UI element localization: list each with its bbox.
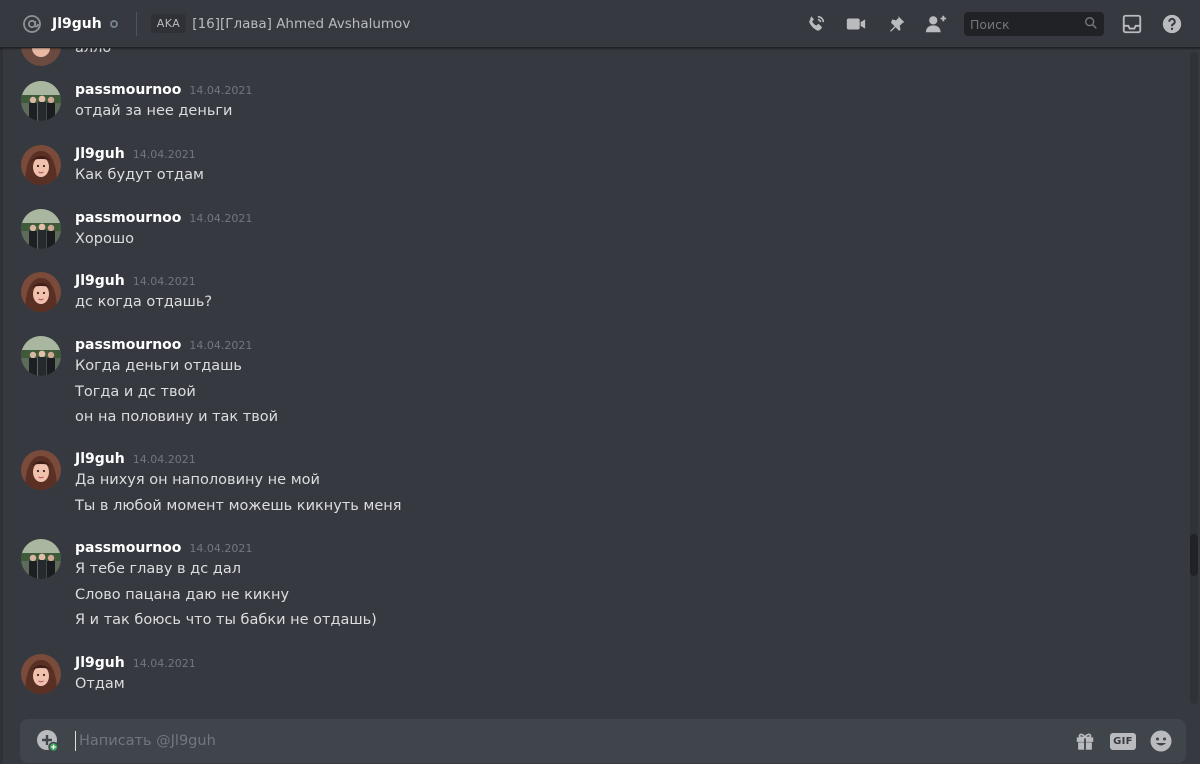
author-name[interactable]: passmournoo <box>75 540 181 556</box>
message-group: Jl9guh 14.04.2021 Отдам <box>0 654 1188 702</box>
message-author[interactable]: Jl9guh 14.04.2021 <box>75 451 196 467</box>
message-text: Как будут отдам <box>75 167 204 183</box>
message-text: Ты в любой момент можешь кикнуть меня <box>75 497 402 514</box>
attach-plus-icon[interactable] <box>36 729 60 753</box>
message-timestamp: 14.04.2021 <box>132 275 196 288</box>
channel-header: Jl9guh AKA [16][Глава] Ahmed Avshalumov <box>0 0 1200 48</box>
message-author[interactable]: passmournoo 14.04.2021 <box>75 210 252 226</box>
message-group: passmournoo 14.04.2021 Я тебе главу в дс д… <box>0 539 1188 638</box>
message-author[interactable]: passmournoo 14.04.2021 <box>75 337 252 353</box>
author-name[interactable]: passmournoo <box>75 210 181 226</box>
message-timestamp: 14.04.2021 <box>189 542 253 555</box>
message-group: Jl9guh 14.04.2021 дс когда отдашь? <box>0 272 1188 320</box>
message-text: отдай за нее деньги <box>75 103 233 119</box>
message-text: Отдам <box>75 676 125 692</box>
message-timestamp: 14.04.2021 <box>132 657 196 670</box>
avatar[interactable] <box>21 336 61 376</box>
message-group: passmournoo 14.04.2021 Когда деньги отдашь… <box>0 336 1188 435</box>
author-name[interactable]: Jl9guh <box>75 451 125 467</box>
avatar[interactable] <box>21 539 61 579</box>
message-text: Да нихуя он наполовину не мой <box>75 472 320 488</box>
message-group: passmournoo 14.04.2021 Хорошо <box>0 209 1188 257</box>
message-text: Слово пацана даю не кикну <box>75 586 290 603</box>
at-sign-icon <box>20 12 44 36</box>
gift-icon[interactable] <box>1072 728 1098 754</box>
author-name[interactable]: Jl9guh <box>75 146 125 162</box>
message-composer: GIF <box>20 719 1186 763</box>
avatar[interactable] <box>21 450 61 490</box>
message-author[interactable]: passmournoo 14.04.2021 <box>75 540 252 556</box>
help-icon[interactable] <box>1160 12 1184 36</box>
message-text: Когда деньги отдашь <box>75 358 242 374</box>
message-group: Jl9guh 14.04.2021 Да нихуя он наполовину н… <box>0 450 1188 523</box>
inbox-icon[interactable] <box>1120 12 1144 36</box>
message-text: Хорошо <box>75 231 135 247</box>
dm-topic: [16][Глава] Ahmed Avshalumov <box>192 15 411 32</box>
avatar[interactable] <box>21 209 61 249</box>
scrollbar-track[interactable] <box>1190 52 1198 704</box>
author-name[interactable]: Jl9guh <box>75 273 125 289</box>
message-author[interactable]: Jl9guh 14.04.2021 <box>75 273 196 289</box>
header-divider <box>135 11 137 36</box>
message-timestamp: 14.04.2021 <box>132 148 196 161</box>
message-timestamp: 14.04.2021 <box>189 84 253 97</box>
voice-call-icon[interactable] <box>804 12 828 36</box>
message-text: алло <box>75 48 112 56</box>
message-list[interactable]: алло passmournoo 14.04.2021 отдай за нее д… <box>0 48 1188 708</box>
message-text: Я тебе главу в дс дал <box>75 561 241 577</box>
composer-buttons: GIF <box>1066 719 1186 763</box>
gif-button[interactable]: GIF <box>1110 728 1136 754</box>
offline-status-icon <box>109 19 118 28</box>
message-author[interactable]: Jl9guh 14.04.2021 <box>75 655 196 671</box>
message-timestamp: 14.04.2021 <box>189 339 253 352</box>
search-placeholder: Поиск <box>970 16 1010 32</box>
author-name[interactable]: passmournoo <box>75 337 181 353</box>
add-friend-icon[interactable] <box>924 12 948 36</box>
nickname-tag: AKA <box>150 14 187 33</box>
emoji-icon[interactable] <box>1148 728 1174 754</box>
video-call-icon[interactable] <box>844 12 868 36</box>
gif-label: GIF <box>1110 732 1136 750</box>
message-text: он на половину и так твой <box>75 409 279 425</box>
message-group: passmournoo 14.04.2021 отдай за нее деньги <box>0 81 1188 129</box>
pin-icon[interactable] <box>884 12 908 36</box>
message-author[interactable]: Jl9guh 14.04.2021 <box>75 146 196 162</box>
scrollbar-thumb[interactable] <box>1190 534 1198 576</box>
message-text: дс когда отдашь? <box>75 294 213 310</box>
message-timestamp: 14.04.2021 <box>132 453 196 466</box>
message-author[interactable]: passmournoo 14.04.2021 <box>75 82 252 98</box>
author-name[interactable]: Jl9guh <box>75 655 125 671</box>
message-group: Jl9guh 14.04.2021 Как будут отдам <box>0 145 1188 193</box>
author-name[interactable]: passmournoo <box>75 82 181 98</box>
message-text: Я и так боюсь что ты бабки не отдашь) <box>75 612 377 628</box>
message-text: Тогда и дс твой <box>75 383 196 400</box>
dm-recipient-name[interactable]: Jl9guh <box>52 16 102 32</box>
header-toolbar: Поиск <box>796 0 1200 48</box>
avatar[interactable] <box>21 145 61 185</box>
avatar[interactable] <box>21 81 61 121</box>
search-box[interactable]: Поиск <box>964 12 1104 36</box>
text-cursor <box>75 731 76 751</box>
message-input[interactable] <box>79 733 979 749</box>
message-timestamp: 14.04.2021 <box>189 212 253 225</box>
search-icon <box>1084 15 1098 34</box>
avatar[interactable] <box>21 272 61 312</box>
avatar[interactable] <box>21 654 61 694</box>
avatar[interactable] <box>21 48 61 66</box>
